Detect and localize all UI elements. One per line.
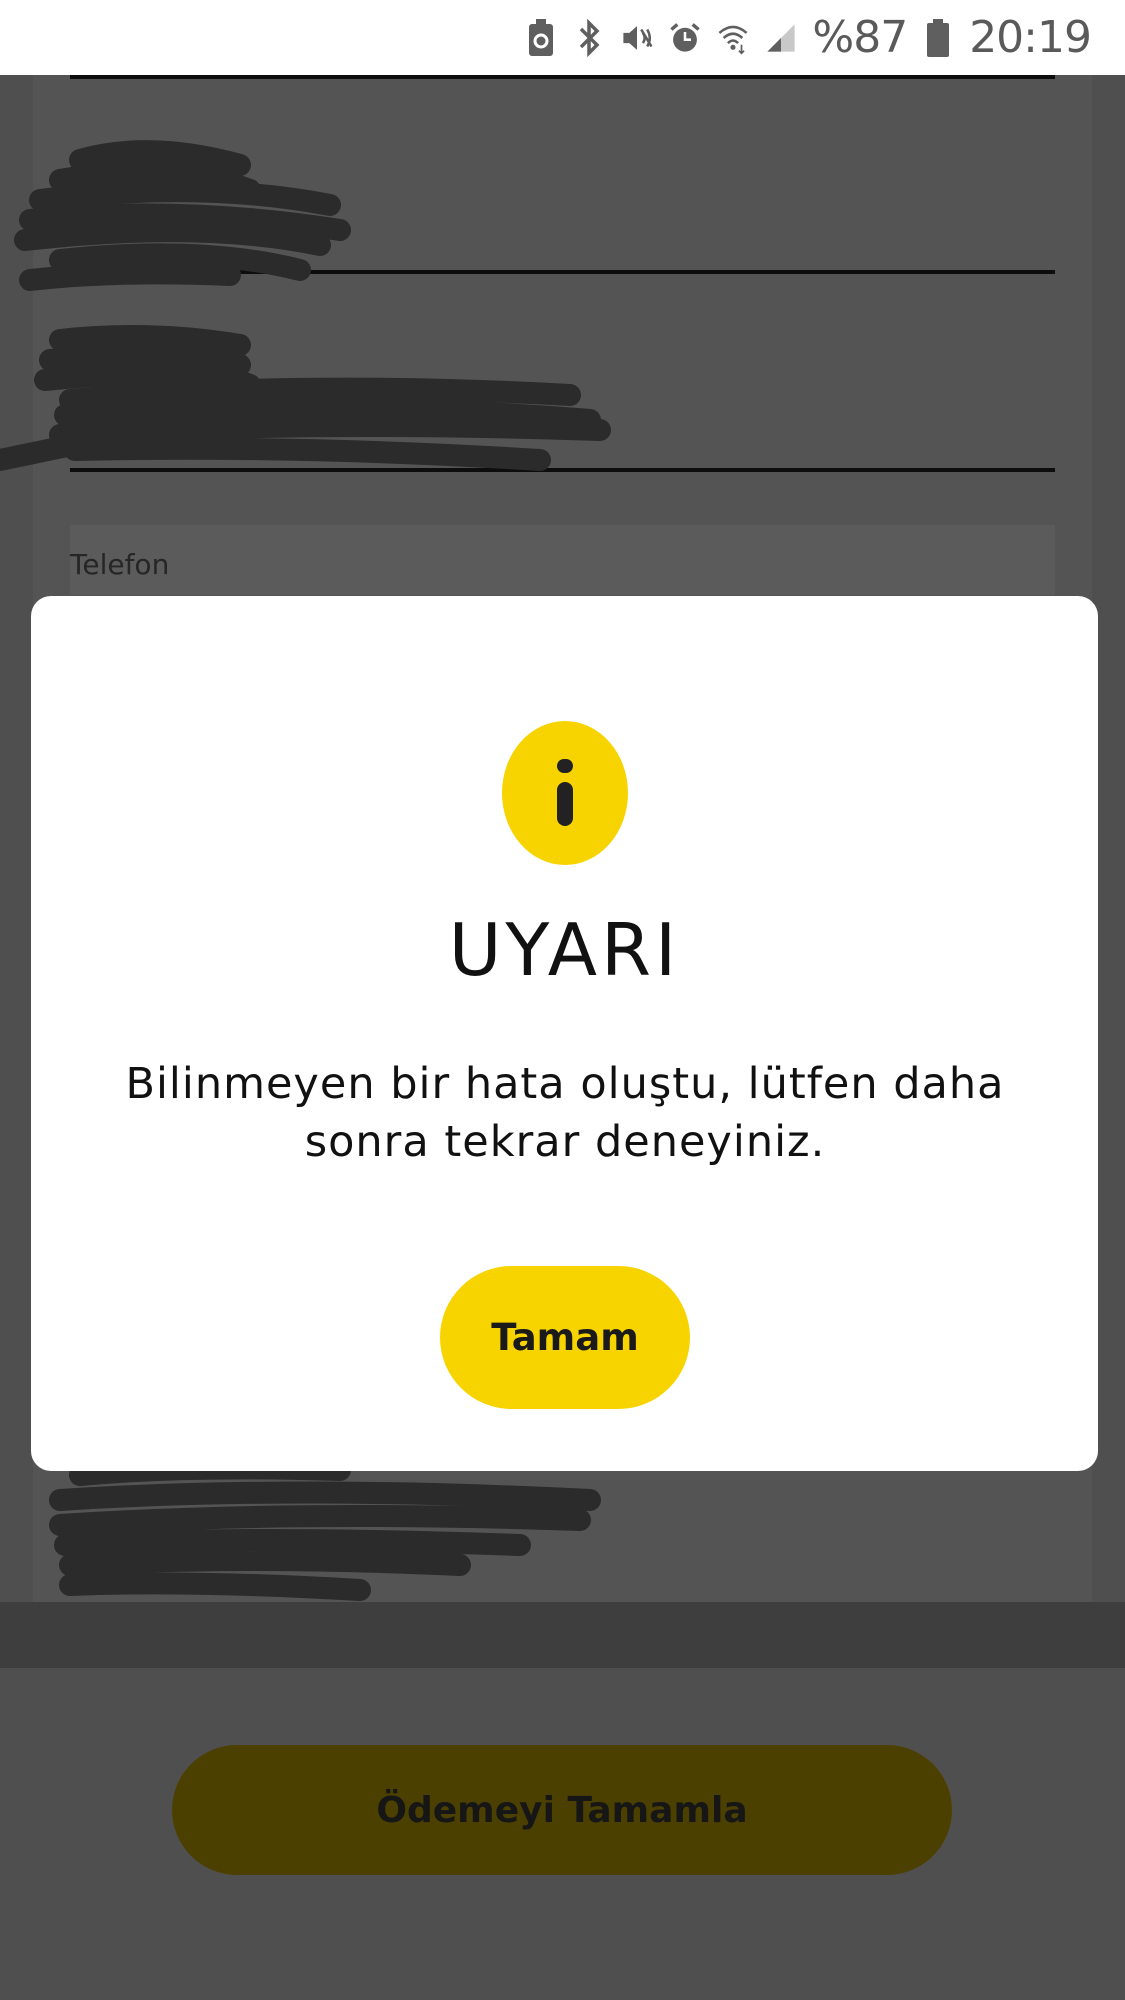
dialog-message: Bilinmeyen bir hata oluştu, lütfen daha …: [125, 1059, 1005, 1167]
alarm-icon: [668, 18, 702, 58]
status-bar: %87 20:19: [0, 0, 1125, 75]
field-underline: [70, 75, 1055, 79]
battery-saver-icon: [524, 18, 558, 58]
clock: 20:19: [969, 12, 1092, 63]
ok-button-label: Tamam: [491, 1316, 639, 1359]
complete-payment-label: Ödemeyi Tamamla: [376, 1789, 748, 1831]
info-icon-stem: [557, 782, 573, 826]
divider-strip: [0, 1602, 1125, 1668]
ok-button[interactable]: Tamam: [440, 1266, 690, 1409]
redaction-scribble: [0, 325, 611, 471]
info-icon-dot: [557, 759, 573, 773]
redaction-scribble: [14, 140, 351, 291]
dialog-title: UYARI: [448, 908, 681, 992]
battery-icon: [921, 18, 955, 58]
phone-field-label: Telefon: [70, 548, 170, 581]
wifi-icon: [716, 18, 750, 58]
phone-field[interactable]: [70, 525, 1055, 595]
mute-icon: [620, 18, 654, 58]
bluetooth-icon: [572, 18, 606, 58]
battery-percent: %87: [812, 12, 908, 63]
signal-icon: [764, 18, 798, 58]
redaction-scribble: [49, 1457, 601, 1601]
complete-payment-button[interactable]: Ödemeyi Tamamla: [172, 1745, 952, 1875]
